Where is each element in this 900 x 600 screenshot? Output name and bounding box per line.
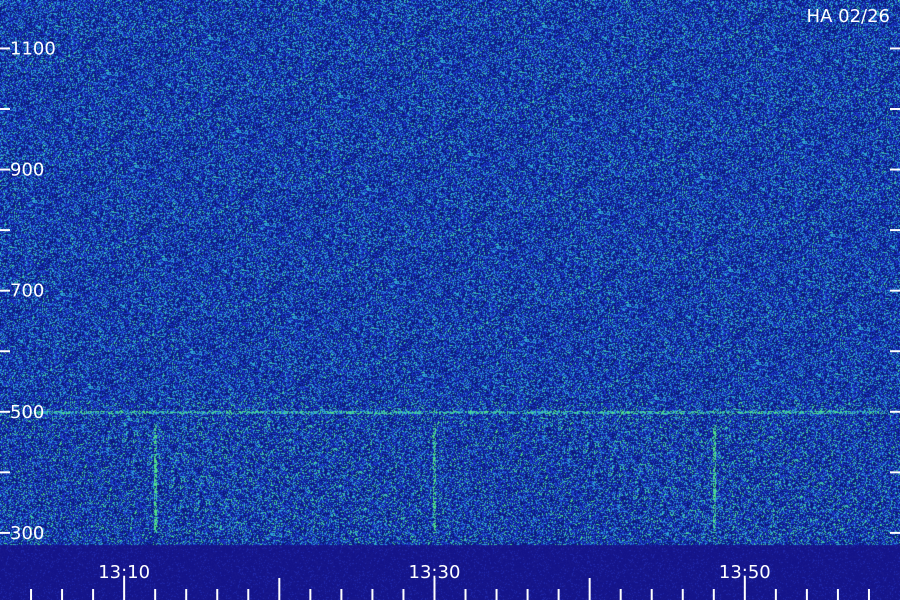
axis-overlay: 300 500 700 900 1100 13:10 13:30 13:50 HA 02/2… [0,6,900,600]
x-tick-label: 13:50 [719,562,771,583]
spectrogram-view: 300 500 700 900 1100 13:10 13:30 13:50 HA 02/2… [0,0,900,600]
x-tick-label: 13:10 [98,562,150,583]
y-tick-label: 500 [10,402,44,423]
x-axis: 13:10 13:30 13:50 [30,562,870,600]
station-label: HA 02/26 [807,6,890,27]
y-tick-label: 300 [10,523,44,544]
y-tick-label: 700 [10,281,44,302]
y-tick-label: 1100 [10,38,56,59]
y-tick-label: 900 [10,160,44,181]
x-tick-label: 13:30 [409,562,461,583]
y-axis: 300 500 700 900 1100 [0,38,900,544]
